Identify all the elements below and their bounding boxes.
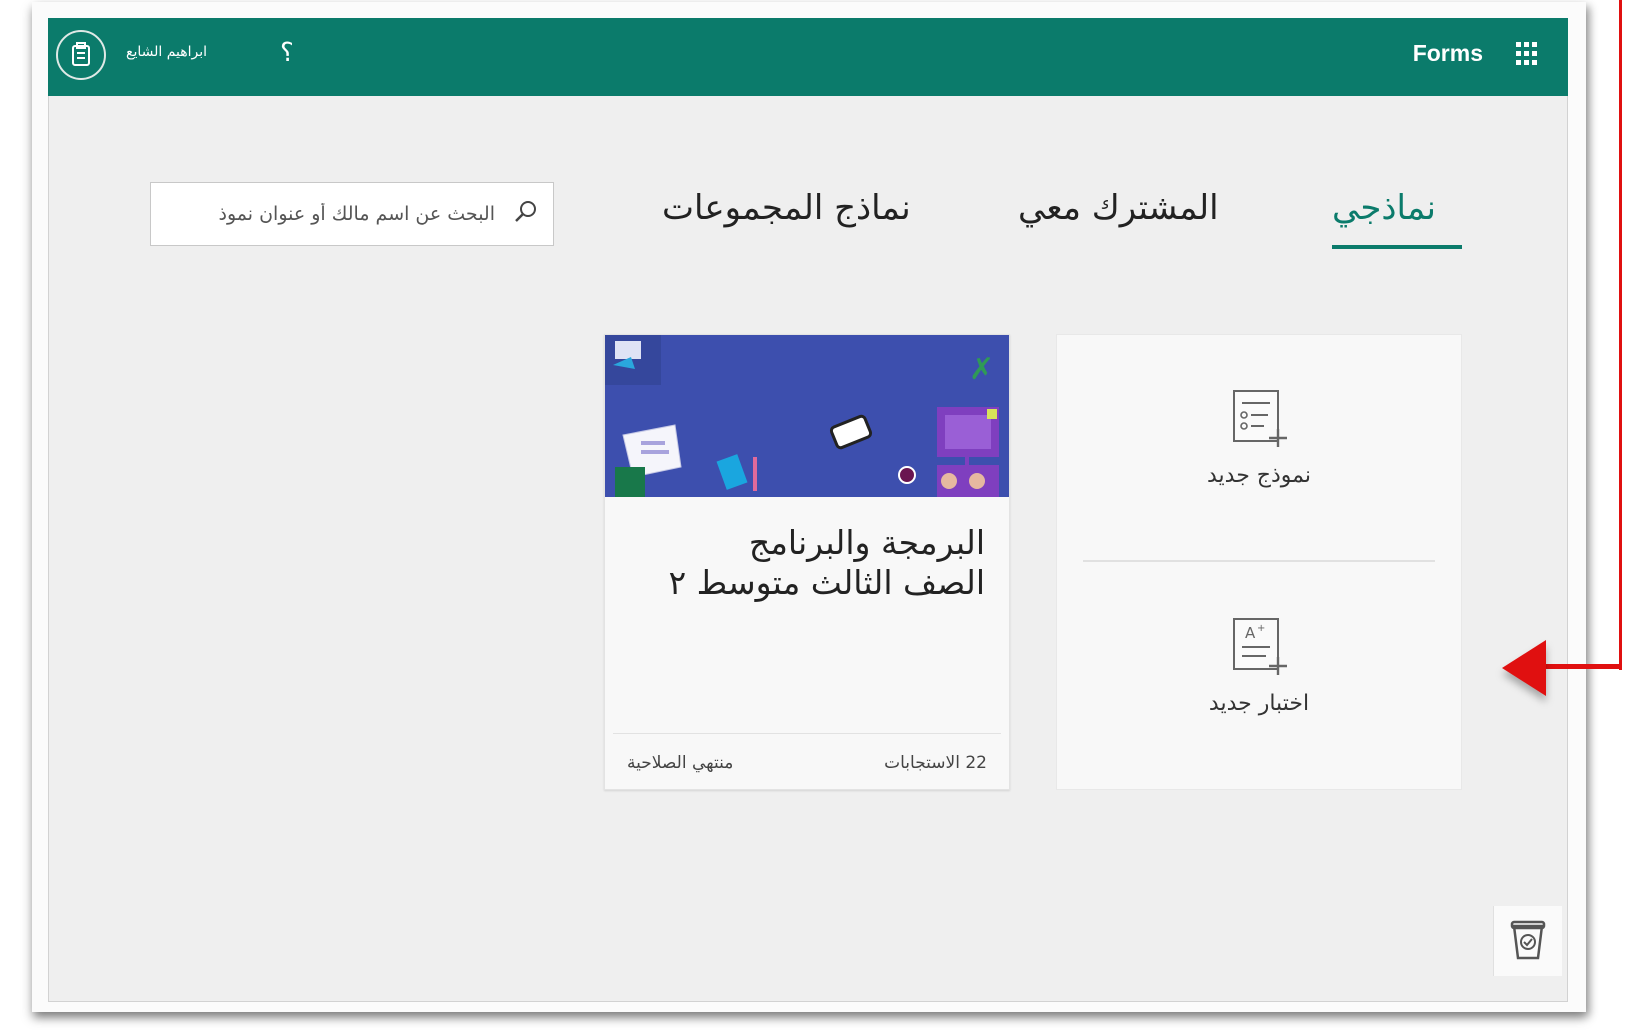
tab-group-forms[interactable]: نماذج المجموعات — [662, 188, 911, 228]
new-form-label: نموذج جديد — [1206, 463, 1312, 488]
svg-text:+: + — [1257, 623, 1265, 634]
annotation-line-horizontal — [1535, 664, 1622, 669]
waffle-icon[interactable] — [1516, 42, 1540, 66]
annotation-line-vertical — [1619, 0, 1622, 670]
create-panel: نموذج جديد A + اختبار جديد — [1056, 334, 1462, 790]
tab-shared-with-me[interactable]: المشترك معي — [1018, 188, 1219, 228]
app-title[interactable]: Forms — [1413, 40, 1483, 67]
divider — [1083, 560, 1435, 562]
new-quiz-icon: A + — [1233, 618, 1287, 675]
help-icon[interactable]: ؟ — [280, 38, 294, 68]
new-quiz-label: اختبار جديد — [1208, 691, 1310, 716]
active-tab-indicator — [1332, 245, 1462, 249]
search-box — [150, 182, 554, 246]
tab-my-forms[interactable]: نماذجي — [1332, 188, 1436, 228]
avatar-icon — [72, 42, 90, 66]
avatar[interactable] — [56, 30, 106, 80]
banner-illustration: ✗ — [605, 335, 999, 497]
form-card-banner: ✗ — [605, 335, 1009, 497]
status-label: منتهي الصلاحية — [627, 753, 734, 773]
user-name[interactable]: ابراهيم الشايع — [126, 44, 207, 60]
card-divider — [613, 733, 1001, 734]
svg-text:A: A — [1245, 624, 1256, 642]
svg-text:✗: ✗ — [969, 352, 994, 387]
form-card[interactable]: ✗ البرمجة والبرنامج الصف الثالث متوسط ٢ … — [604, 334, 1010, 790]
responses-count: 22 الاستجابات — [884, 753, 987, 773]
new-form-icon — [1233, 390, 1287, 447]
form-title: البرمجة والبرنامج الصف الثالث متوسط ٢ — [625, 523, 985, 603]
form-title-line-1: البرمجة والبرنامج — [748, 523, 985, 562]
form-title-line-2: الصف الثالث متوسط ٢ — [668, 563, 985, 602]
annotation-arrow-icon — [1502, 640, 1546, 696]
search-input[interactable] — [163, 193, 497, 235]
search-icon — [515, 201, 536, 222]
badge-icon — [1510, 920, 1546, 960]
new-quiz-button[interactable]: A + اختبار جديد — [1057, 617, 1461, 716]
badge-button[interactable] — [1493, 906, 1562, 976]
top-bar: Forms ابراهيم الشايع ؟ — [48, 18, 1568, 96]
new-form-button[interactable]: نموذج جديد — [1057, 389, 1461, 488]
